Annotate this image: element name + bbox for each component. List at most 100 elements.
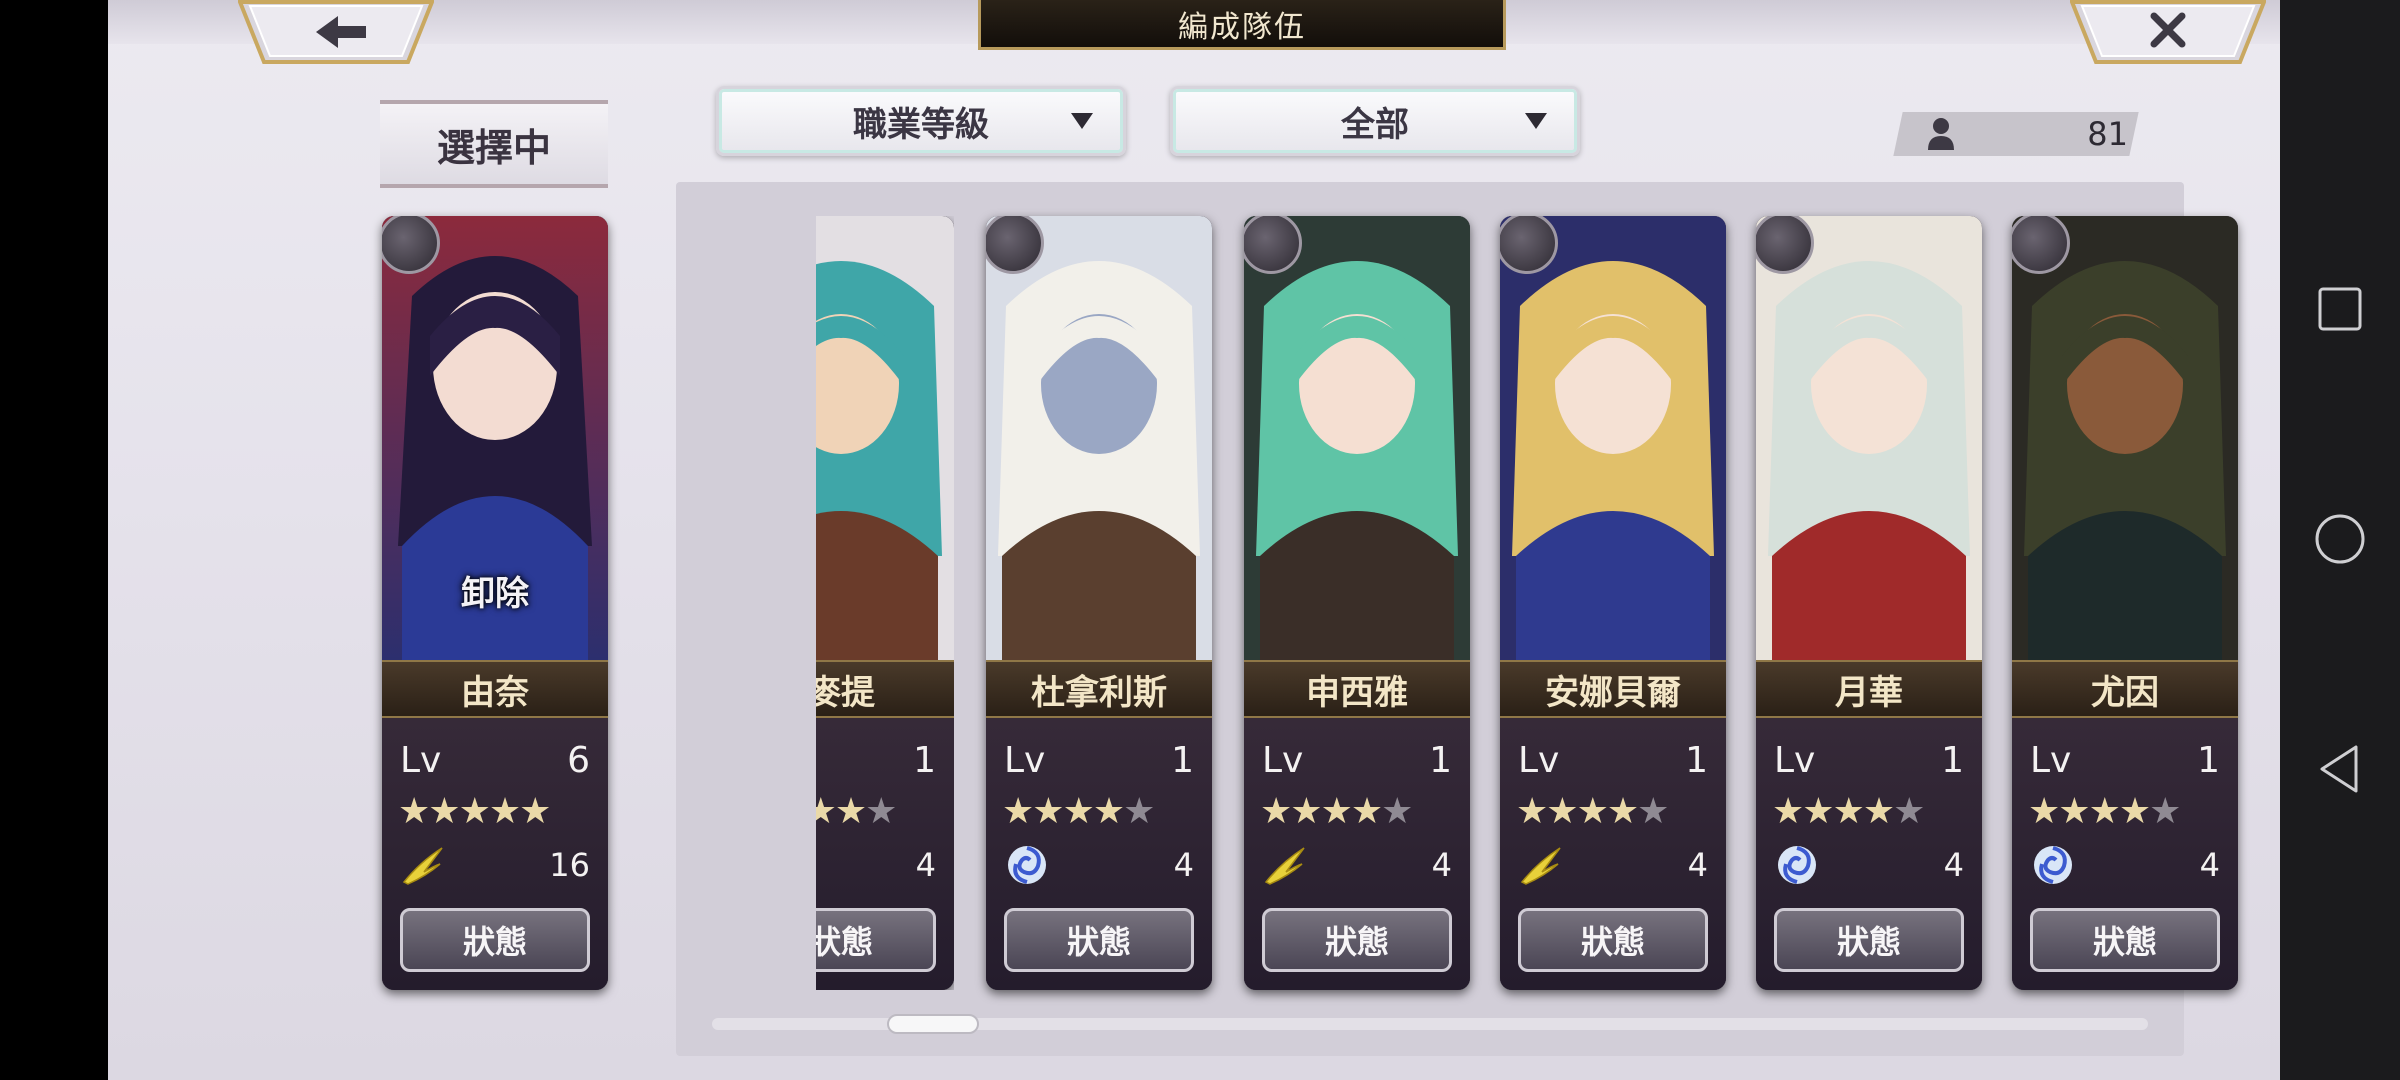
close-icon bbox=[2069, 0, 2267, 64]
back-arrow-icon bbox=[237, 0, 435, 64]
remove-label[interactable]: 卸除 bbox=[382, 566, 608, 615]
rarity-stars: ★★★★★ bbox=[1772, 790, 1925, 834]
character-card[interactable]: 月華 Lv 1 ★★★★★ 4 狀態 bbox=[1756, 216, 1982, 990]
star-icon: ★ bbox=[458, 791, 491, 832]
character-name: 安娜貝爾 bbox=[1500, 660, 1726, 718]
star-icon: ★ bbox=[865, 791, 897, 832]
character-portrait bbox=[1500, 216, 1726, 660]
star-icon: ★ bbox=[1123, 791, 1155, 832]
selecting-tab[interactable]: 選擇中 bbox=[380, 100, 608, 188]
person-icon bbox=[1928, 118, 1954, 150]
status-button[interactable]: 狀態 bbox=[1774, 908, 1964, 972]
secondary-value: 4 bbox=[1173, 846, 1194, 884]
rarity-stars: ★★★★★ bbox=[1260, 790, 1413, 834]
square-icon bbox=[2318, 287, 2362, 331]
star-icon: ★ bbox=[2088, 791, 2121, 832]
star-icon: ★ bbox=[1893, 791, 1925, 832]
character-portrait bbox=[816, 216, 954, 660]
star-icon: ★ bbox=[2149, 791, 2181, 832]
star-icon: ★ bbox=[1802, 791, 1834, 832]
water-element-icon bbox=[1778, 846, 1816, 884]
unit-count: 81 bbox=[2087, 115, 2128, 153]
rarity-stars: ★★★★★ bbox=[2028, 790, 2181, 834]
character-card[interactable]: 安娜貝爾 Lv 1 ★★★★★ 4 狀態 bbox=[1500, 216, 1726, 990]
scrollbar-thumb[interactable] bbox=[886, 1014, 979, 1034]
level-label: Lv bbox=[400, 740, 442, 781]
secondary-value: 4 bbox=[2199, 846, 2220, 884]
character-card[interactable]: 尤因 Lv 1 ★★★★★ 4 狀態 bbox=[2012, 216, 2238, 990]
star-icon: ★ bbox=[428, 791, 460, 832]
game-screen: 編成隊伍 選擇中 職業等級 全部 81 卸除 由奈 Lv 6 ★★★★★ 16 … bbox=[108, 0, 2280, 1080]
character-portrait bbox=[1244, 216, 1470, 660]
selected-character-card[interactable]: 卸除 由奈 Lv 6 ★★★★★ 16 狀態 bbox=[382, 216, 608, 990]
character-name: 月華 bbox=[1756, 660, 1982, 718]
secondary-value: 16 bbox=[549, 846, 590, 884]
star-icon: ★ bbox=[834, 791, 867, 832]
star-icon: ★ bbox=[1516, 791, 1548, 832]
level-label: Lv bbox=[1004, 740, 1046, 781]
circle-icon bbox=[2315, 514, 2365, 564]
level-value: 1 bbox=[2197, 740, 2220, 781]
status-button[interactable]: 狀態 bbox=[1262, 908, 1452, 972]
star-icon: ★ bbox=[2118, 791, 2151, 832]
close-button[interactable] bbox=[2069, 0, 2267, 66]
character-card[interactable]: 申西雅 Lv 1 ★★★★★ 4 狀態 bbox=[1244, 216, 1470, 990]
star-icon: ★ bbox=[1350, 791, 1383, 832]
sort-dropdown[interactable]: 職業等級 bbox=[716, 86, 1126, 156]
wind-element-icon bbox=[402, 847, 443, 885]
status-button[interactable]: 狀態 bbox=[2030, 908, 2220, 972]
character-portrait bbox=[986, 216, 1212, 660]
star-icon: ★ bbox=[2028, 791, 2060, 832]
star-icon: ★ bbox=[1092, 791, 1125, 832]
wind-element-icon bbox=[1520, 847, 1561, 885]
clipped-card-container: 麥提 Lv 1 ★★★★★ 4 狀態 bbox=[816, 216, 954, 990]
secondary-value: 4 bbox=[1431, 846, 1452, 884]
level-value: 1 bbox=[1429, 740, 1452, 781]
level-label: Lv bbox=[2030, 740, 2072, 781]
star-icon: ★ bbox=[519, 791, 551, 832]
star-icon: ★ bbox=[1002, 791, 1034, 832]
star-icon: ★ bbox=[398, 791, 430, 832]
character-card[interactable]: 麥提 Lv 1 ★★★★★ 4 狀態 bbox=[816, 216, 954, 990]
wind-element-icon bbox=[1264, 847, 1305, 885]
rarity-stars: ★★★★★ bbox=[1002, 790, 1155, 834]
chevron-down-icon bbox=[1525, 113, 1547, 129]
star-icon: ★ bbox=[1637, 791, 1669, 832]
star-icon: ★ bbox=[1290, 791, 1322, 832]
star-icon: ★ bbox=[1260, 791, 1292, 832]
level-value: 6 bbox=[567, 740, 590, 781]
triangle-back-icon bbox=[2320, 745, 2358, 793]
recents-button[interactable] bbox=[2280, 254, 2400, 364]
home-button[interactable] bbox=[2280, 484, 2400, 594]
star-icon: ★ bbox=[1320, 791, 1353, 832]
status-button[interactable]: 狀態 bbox=[1004, 908, 1194, 972]
sort-dropdown-label: 職業等級 bbox=[853, 104, 989, 145]
back-button[interactable] bbox=[237, 0, 435, 66]
character-card[interactable]: 杜拿利斯 Lv 1 ★★★★★ 4 狀態 bbox=[986, 216, 1212, 990]
secondary-value: 4 bbox=[1687, 846, 1708, 884]
star-icon: ★ bbox=[1032, 791, 1064, 832]
character-name: 申西雅 bbox=[1244, 660, 1470, 718]
rarity-stars: ★★★★★ bbox=[1516, 790, 1669, 834]
star-icon: ★ bbox=[488, 791, 521, 832]
star-icon: ★ bbox=[1062, 791, 1095, 832]
character-name: 麥提 bbox=[816, 660, 954, 718]
status-button[interactable]: 狀態 bbox=[1518, 908, 1708, 972]
filter-dropdown-label: 全部 bbox=[1341, 104, 1409, 145]
level-label: Lv bbox=[1518, 740, 1560, 781]
status-button[interactable]: 狀態 bbox=[816, 908, 936, 972]
back-nav-button[interactable] bbox=[2280, 714, 2400, 824]
secondary-value: 4 bbox=[915, 846, 936, 884]
character-portrait bbox=[1756, 216, 1982, 660]
page-title: 編成隊伍 bbox=[978, 0, 1506, 50]
star-icon: ★ bbox=[1576, 791, 1609, 832]
level-value: 1 bbox=[1685, 740, 1708, 781]
level-value: 1 bbox=[1941, 740, 1964, 781]
filter-dropdown[interactable]: 全部 bbox=[1170, 86, 1580, 156]
star-icon: ★ bbox=[816, 791, 837, 832]
status-button[interactable]: 狀態 bbox=[400, 908, 590, 972]
star-icon: ★ bbox=[1772, 791, 1804, 832]
secondary-value: 4 bbox=[1943, 846, 1964, 884]
level-value: 1 bbox=[1171, 740, 1194, 781]
system-nav-bar bbox=[2280, 0, 2400, 1080]
